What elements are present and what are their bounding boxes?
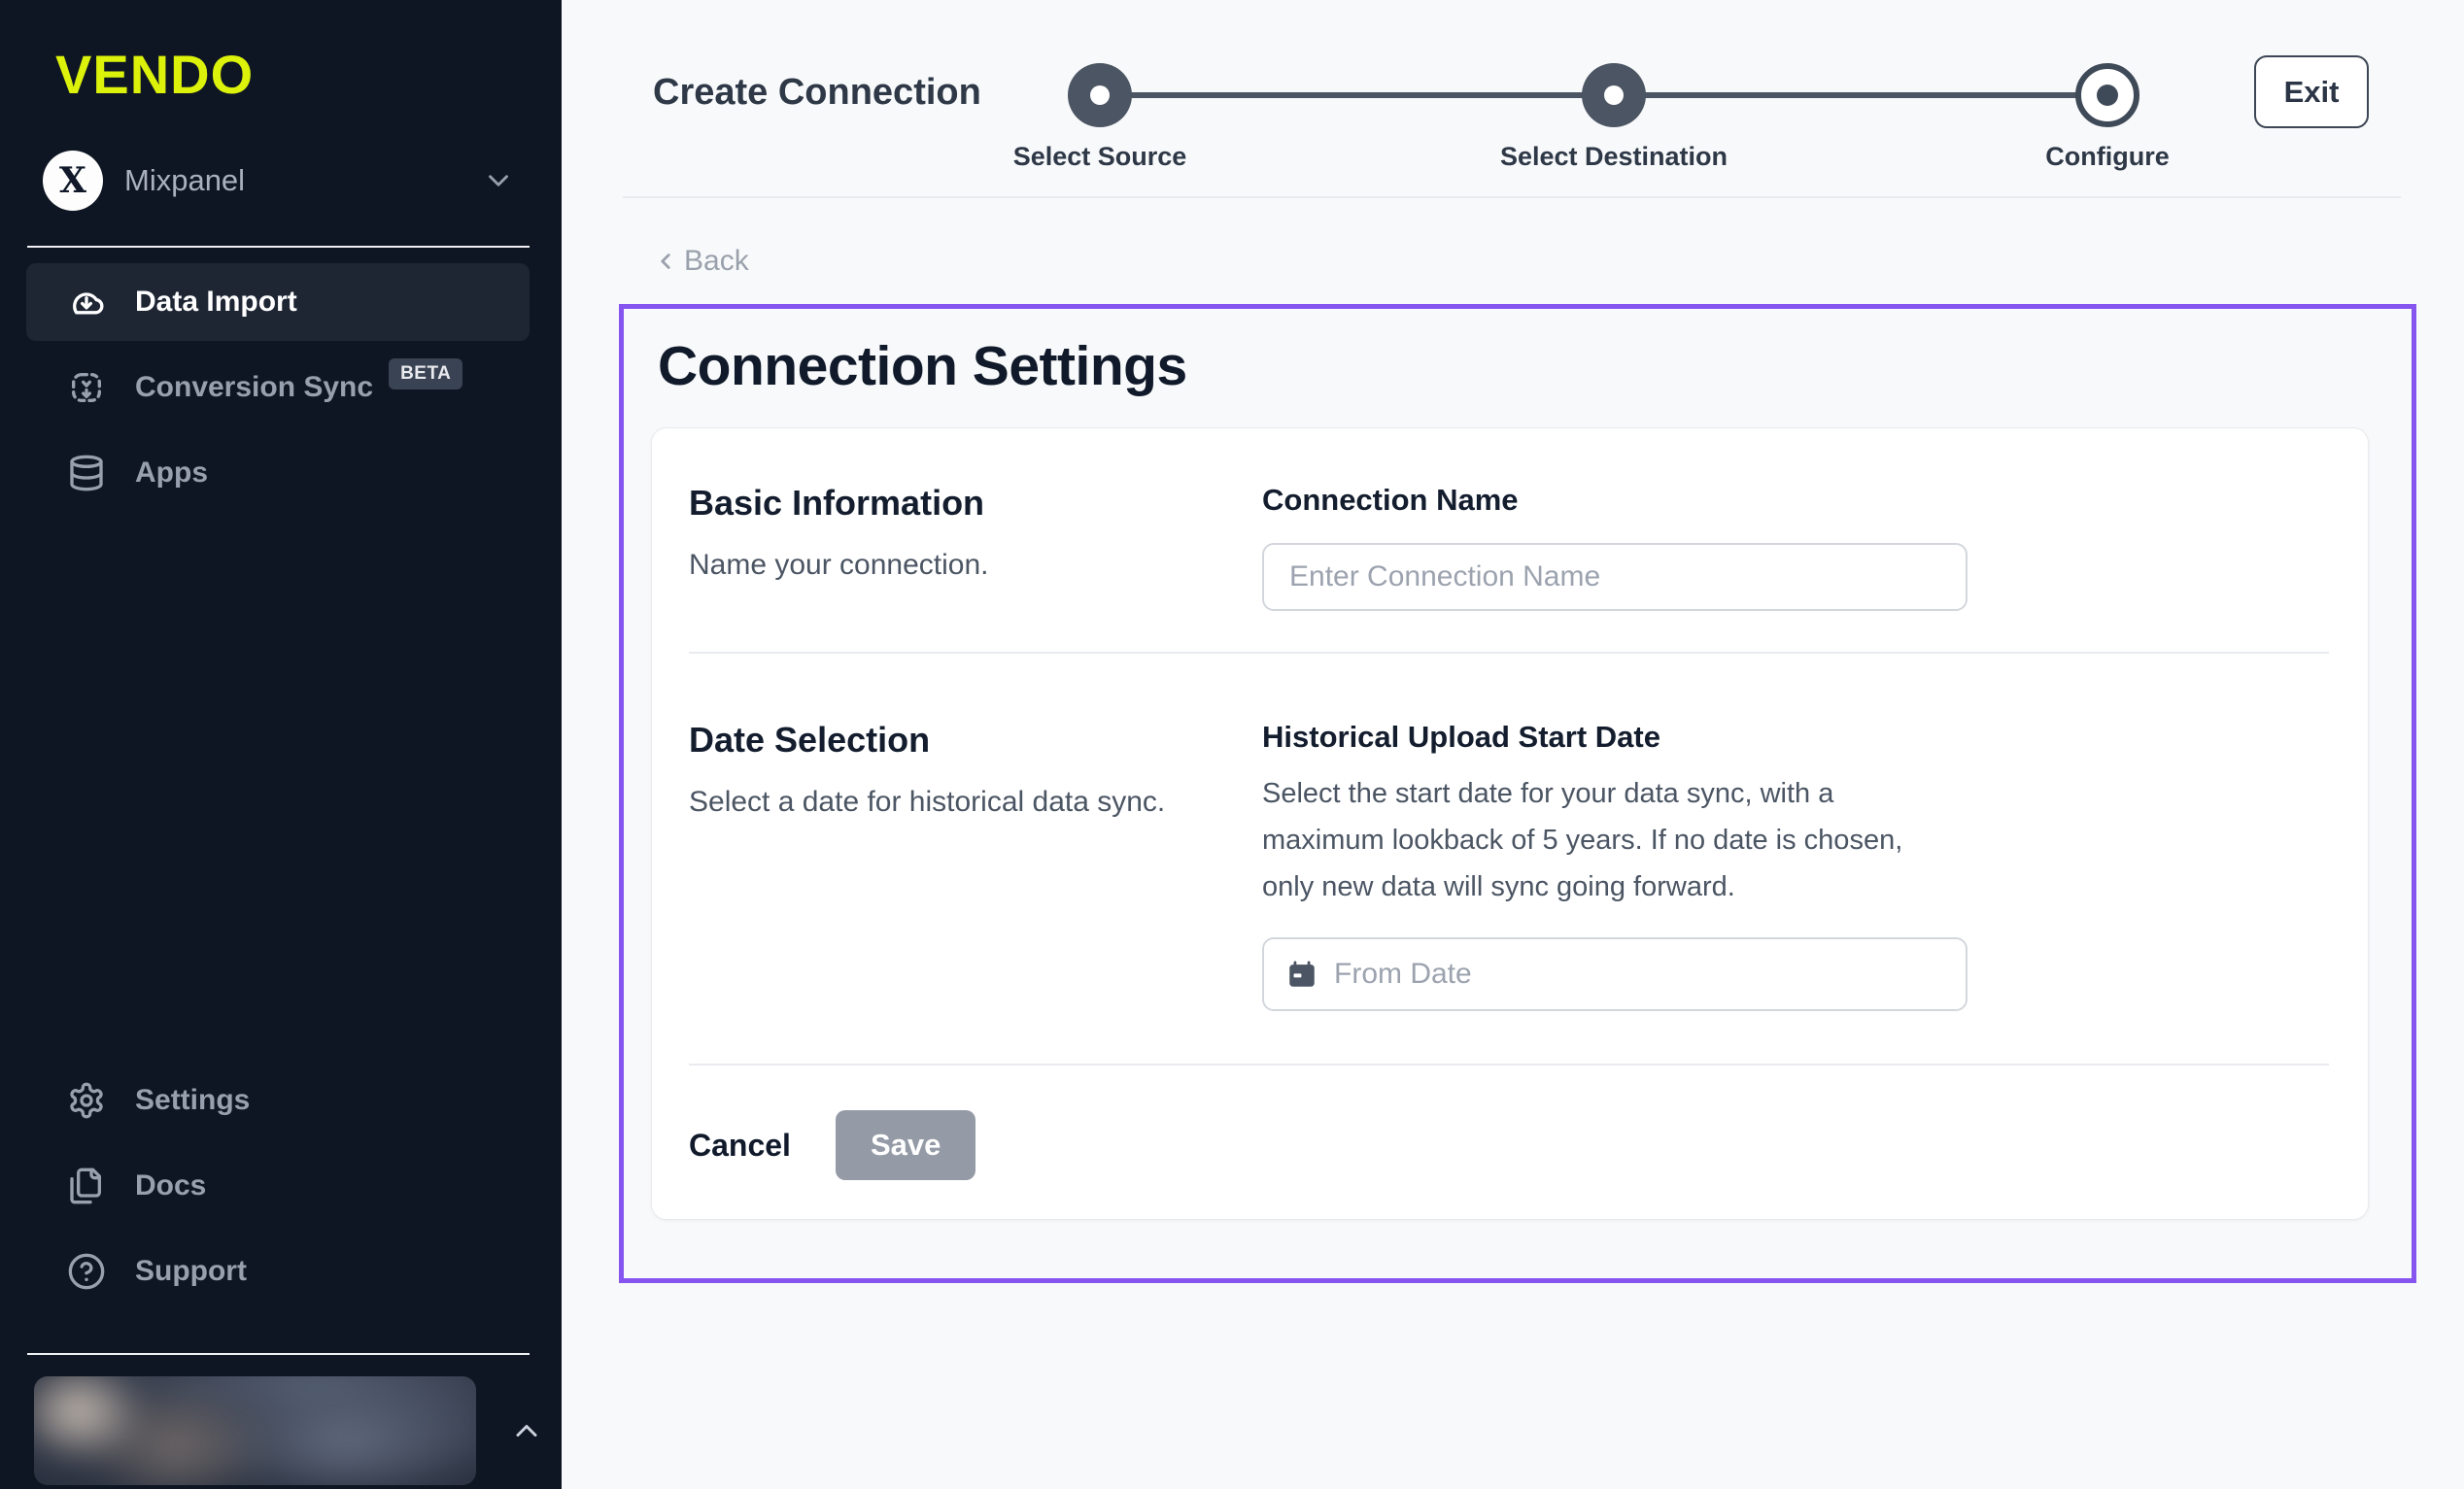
chevron-left-icon xyxy=(653,249,678,274)
connection-settings-panel: Connection Settings Basic Information Na… xyxy=(619,304,2416,1283)
back-label: Back xyxy=(684,245,749,278)
database-icon xyxy=(67,454,106,492)
conversion-sync-icon xyxy=(67,368,106,407)
chevron-up-icon[interactable] xyxy=(509,1413,544,1448)
basic-information-fields: Connection Name xyxy=(1262,483,2329,611)
sidebar-item-label: Apps xyxy=(135,457,208,490)
basic-information-intro: Basic Information Name your connection. xyxy=(689,483,1229,611)
date-selection-intro: Date Selection Select a date for histori… xyxy=(689,720,1229,1011)
header-divider xyxy=(623,196,2401,198)
cancel-button[interactable]: Cancel xyxy=(689,1128,791,1164)
sidebar-item-conversion-sync[interactable]: Conversion Sync BETA xyxy=(26,349,530,426)
sidebar-divider xyxy=(27,246,530,248)
mixpanel-logo-icon: X xyxy=(43,151,103,211)
sidebar-item-apps[interactable]: Apps xyxy=(26,434,530,512)
sidebar-footer-divider xyxy=(27,1353,530,1355)
historical-upload-start-date-label: Historical Upload Start Date xyxy=(1262,720,2329,755)
connection-name-input[interactable] xyxy=(1262,543,1968,611)
step-label-configure: Configure xyxy=(2045,142,2170,172)
sidebar-item-docs[interactable]: Docs xyxy=(26,1147,530,1225)
section-heading: Basic Information xyxy=(689,483,1229,524)
date-selection-fields: Historical Upload Start Date Select the … xyxy=(1262,720,2329,1011)
files-icon xyxy=(67,1167,106,1205)
step-label-select-source: Select Source xyxy=(1013,142,1187,172)
calendar-icon xyxy=(1285,958,1318,991)
sidebar-footer-nav: Settings Docs Support xyxy=(26,1062,530,1318)
step-label-select-destination: Select Destination xyxy=(1500,142,1728,172)
app-root: VENDO X Mixpanel Data Import C xyxy=(0,0,2464,1489)
connection-name-label: Connection Name xyxy=(1262,483,2329,518)
main-area: Create Connection Select Source Select D… xyxy=(562,0,2464,1489)
exit-button[interactable]: Exit xyxy=(2254,55,2369,128)
sidebar: VENDO X Mixpanel Data Import C xyxy=(0,0,562,1489)
sidebar-item-label: Settings xyxy=(135,1084,250,1117)
basic-information-row: Basic Information Name your connection. … xyxy=(689,483,2329,652)
section-heading: Date Selection xyxy=(689,720,1229,761)
historical-upload-description: Select the start date for your data sync… xyxy=(1262,770,1942,910)
sidebar-item-settings[interactable]: Settings xyxy=(26,1062,530,1139)
vendo-logo: VENDO xyxy=(55,43,562,106)
sidebar-nav: Data Import Conversion Sync BETA Apps xyxy=(26,263,530,520)
page-title: Connection Settings xyxy=(658,334,2412,398)
gear-icon xyxy=(67,1081,106,1120)
chevron-down-icon xyxy=(482,164,515,197)
settings-card: Basic Information Name your connection. … xyxy=(651,427,2369,1220)
beta-badge: BETA xyxy=(389,358,462,389)
section-description: Name your connection. xyxy=(689,549,1229,582)
from-date-input[interactable] xyxy=(1334,958,1944,991)
sidebar-item-label: Support xyxy=(135,1255,247,1288)
cloud-download-icon xyxy=(67,283,106,321)
step-select-destination-circle[interactable] xyxy=(1582,63,1646,127)
sidebar-item-label: Docs xyxy=(135,1169,206,1202)
user-account-blurred[interactable] xyxy=(34,1376,476,1485)
sidebar-spacer xyxy=(0,520,562,1062)
sidebar-item-support[interactable]: Support xyxy=(26,1233,530,1310)
form-actions: Cancel Save xyxy=(689,1066,2329,1180)
back-link[interactable]: Back xyxy=(653,245,749,278)
workspace-switcher[interactable]: X Mixpanel xyxy=(43,151,515,211)
help-circle-icon xyxy=(67,1252,106,1291)
wizard-header: Create Connection Select Source Select D… xyxy=(562,0,2464,198)
step-select-source-circle[interactable] xyxy=(1068,63,1132,127)
from-date-field xyxy=(1262,937,1968,1011)
wizard-title: Create Connection xyxy=(653,72,981,114)
user-account-row xyxy=(34,1372,544,1489)
step-configure-circle[interactable] xyxy=(2075,63,2139,127)
workspace-name: Mixpanel xyxy=(124,163,245,198)
section-description: Select a date for historical data sync. xyxy=(689,786,1229,819)
save-button[interactable]: Save xyxy=(836,1110,975,1180)
date-selection-row: Date Selection Select a date for histori… xyxy=(689,654,2329,1064)
sidebar-item-label: Data Import xyxy=(135,286,297,319)
sidebar-item-data-import[interactable]: Data Import xyxy=(26,263,530,341)
sidebar-item-label: Conversion Sync xyxy=(135,371,373,404)
